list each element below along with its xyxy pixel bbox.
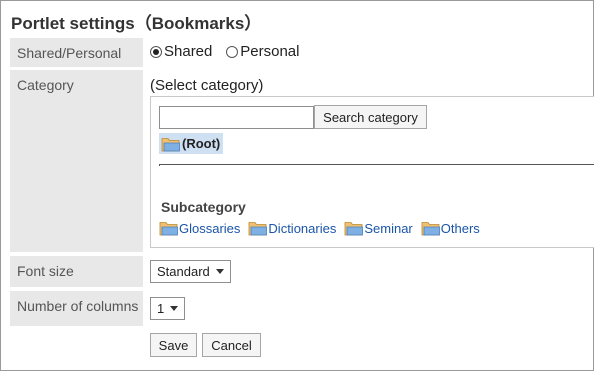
radio-shared-label[interactable]: Shared [164,43,212,60]
subcategory-link[interactable]: Dictionaries [268,221,336,236]
columns-label: Number of columns [10,291,143,326]
folder-icon [249,222,268,236]
divider [159,164,594,166]
subcategory-link[interactable]: Others [441,221,480,236]
font-size-select[interactable]: Standard [150,260,231,283]
portlet-settings-panel: Portlet settings（Bookmarks） Shared/Perso… [0,0,594,371]
subcategory-link[interactable]: Seminar [364,221,412,236]
root-category-label[interactable]: (Root) [182,136,220,151]
radio-personal-label[interactable]: Personal [240,43,299,60]
cancel-button[interactable]: Cancel [202,333,261,357]
category-heading: (Select category) [150,77,264,94]
chevron-down-icon[interactable] [215,269,224,274]
radio-personal[interactable]: Personal [226,43,299,60]
subcategory-seminar[interactable]: Seminar [344,220,413,236]
shared-personal-options: Shared Personal [150,43,309,61]
font-size-value[interactable]: Standard [157,264,210,279]
subcategory-link[interactable]: Glossaries [179,221,240,236]
subcategory-dictionaries[interactable]: Dictionaries [248,220,336,236]
chevron-down-icon[interactable] [170,306,179,311]
font-size-label: Font size [10,256,143,287]
subcategory-list: Glossaries Dictionaries Seminar Others [159,220,488,236]
folder-icon [161,137,180,151]
search-category-button[interactable]: Search category [314,105,427,129]
subcategory-title: Subcategory [161,199,246,215]
shared-personal-label: Shared/Personal [10,38,143,67]
folder-icon [344,222,364,236]
category-search-input[interactable] [159,106,314,129]
category-label: Category [10,70,143,252]
folder-icon [421,222,440,236]
page-title: Portlet settings（Bookmarks） [11,14,262,33]
radio-shared-indicator[interactable] [150,45,162,58]
columns-value[interactable]: 1 [157,301,164,316]
subcategory-glossaries[interactable]: Glossaries [159,220,240,236]
folder-icon [159,222,178,236]
root-category[interactable]: (Root) [159,133,224,154]
save-button[interactable]: Save [150,333,197,357]
subcategory-others[interactable]: Others [421,220,480,236]
radio-shared[interactable]: Shared [150,43,212,60]
radio-personal-indicator[interactable] [226,45,239,58]
columns-select[interactable]: 1 [150,297,186,320]
category-selector: Search category (Root) Subcategory Gloss… [150,96,594,248]
